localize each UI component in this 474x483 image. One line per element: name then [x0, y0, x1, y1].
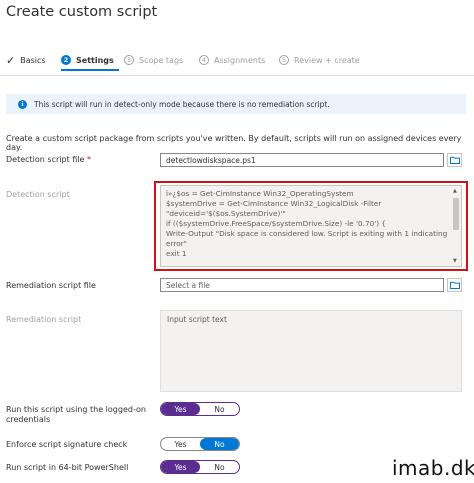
step-scope-tags[interactable]: 3 Scope tags [124, 52, 183, 68]
toggle-yes[interactable]: Yes [161, 403, 200, 415]
step-label: Scope tags [139, 55, 184, 65]
divider [0, 75, 474, 76]
run-64bit-toggle[interactable]: Yes No [160, 460, 240, 474]
browse-detection-file-button[interactable] [447, 153, 462, 167]
required-asterisk: * [86, 155, 91, 164]
script-line: if (($systemDrive.FreeSpace/$systemDrive… [166, 219, 387, 228]
step-number-icon: 4 [199, 55, 209, 65]
signature-check-label: Enforce script signature check [6, 440, 128, 449]
script-line: $systemDrive = Get-CimInstance Win32_Log… [166, 199, 382, 208]
placeholder-text: Input script text [167, 315, 227, 324]
run-as-logged-on-toggle[interactable]: Yes No [160, 402, 240, 416]
page-description: Create a custom script package from scri… [6, 134, 462, 152]
info-icon: i [18, 99, 27, 109]
watermark: imab.dk [392, 456, 474, 480]
remediation-script-file-label: Remediation script file [6, 281, 96, 290]
run-as-logged-on-label: Run this script using the logged-on cred… [6, 405, 146, 425]
step-assignments[interactable]: 4 Assignments [199, 52, 265, 68]
remediation-script-file-field[interactable]: Select a file [160, 278, 444, 292]
label-text: Run this script using the logged-on [6, 405, 146, 414]
toggle-yes[interactable]: Yes [161, 438, 200, 450]
label-text: Detection script file [6, 155, 85, 164]
script-line: Write-Output "Disk space is considered l… [166, 229, 448, 238]
signature-check-toggle[interactable]: Yes No [160, 437, 240, 451]
file-name: detectlowdiskspace.ps1 [166, 155, 256, 165]
checkmark-icon: ✓ [6, 53, 16, 67]
scrollbar[interactable]: ▲ ▼ [451, 186, 461, 266]
scroll-down-icon[interactable]: ▼ [453, 258, 457, 264]
script-content: ï»¿$os = Get-CimInstance Win32_Operating… [166, 189, 449, 259]
step-number-icon: 3 [124, 55, 134, 65]
info-banner: i This script will run in detect-only mo… [6, 94, 466, 114]
scroll-up-icon[interactable]: ▲ [453, 188, 457, 194]
detection-script-textarea[interactable]: ï»¿$os = Get-CimInstance Win32_Operating… [160, 185, 462, 267]
detection-script-file-label: Detection script file * [6, 155, 91, 164]
script-line: "deviceid='$($os.SystemDrive)'" [166, 209, 286, 218]
toggle-no[interactable]: No [200, 403, 239, 415]
detection-script-file-field[interactable]: detectlowdiskspace.ps1 [160, 153, 444, 167]
active-step-underline [61, 69, 119, 71]
run-64bit-label: Run script in 64-bit PowerShell [6, 463, 129, 472]
browse-remediation-file-button[interactable] [447, 278, 462, 292]
step-basics[interactable]: ✓ Basics [6, 52, 46, 68]
page-title: Create custom script [6, 4, 158, 20]
step-label: Settings [76, 55, 114, 65]
step-label: Basics [20, 55, 46, 65]
step-review-create[interactable]: 5 Review + create [279, 52, 360, 68]
step-label: Review + create [294, 55, 360, 65]
scrollbar-thumb[interactable] [453, 198, 459, 230]
remediation-script-textarea[interactable]: Input script text [160, 310, 462, 392]
remediation-script-label: Remediation script [6, 315, 82, 324]
placeholder-text: Select a file [166, 280, 210, 290]
toggle-no[interactable]: No [200, 461, 239, 473]
step-number-icon: 2 [61, 55, 71, 65]
toggle-yes[interactable]: Yes [161, 461, 200, 473]
label-text: credentials [6, 415, 51, 424]
folder-icon [449, 281, 460, 289]
info-banner-text: This script will run in detect-only mode… [34, 99, 330, 109]
step-label: Assignments [214, 55, 266, 65]
wizard-steps: ✓ Basics 2 Settings 3 Scope tags 4 Assig… [6, 52, 474, 71]
script-line: exit 1 [166, 249, 187, 258]
folder-icon [449, 156, 460, 164]
detection-script-label: Detection script [6, 190, 70, 199]
step-number-icon: 5 [279, 55, 289, 65]
script-line: error" [166, 239, 188, 248]
script-line: ï»¿$os = Get-CimInstance Win32_Operating… [166, 189, 354, 198]
step-settings[interactable]: 2 Settings [61, 52, 114, 68]
toggle-no[interactable]: No [200, 438, 239, 450]
